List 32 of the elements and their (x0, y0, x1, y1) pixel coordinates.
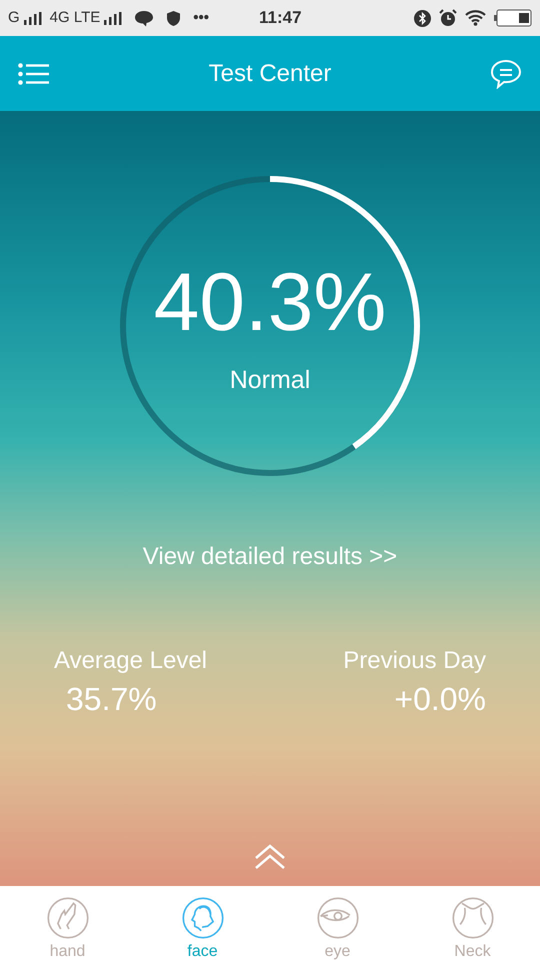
stat-label: Previous Day (343, 646, 486, 676)
chevron-up-icon[interactable] (254, 844, 286, 870)
face-icon (180, 896, 224, 940)
menu-icon (18, 62, 50, 84)
battery-icon (494, 9, 532, 27)
hand-icon (46, 896, 90, 940)
nav-tab[interactable]: Neck (432, 896, 512, 960)
nav-tab[interactable]: eye (298, 896, 378, 960)
eye-icon (316, 896, 360, 940)
alarm-icon (439, 9, 457, 27)
neck-icon (450, 896, 494, 940)
chat-button[interactable] (490, 58, 522, 90)
stat-value: 35.7% (66, 680, 157, 719)
more-label: ••• (193, 8, 210, 28)
signal-icon (104, 12, 122, 24)
stat-value: +0.0% (394, 680, 486, 719)
carrier-label: G (8, 8, 20, 28)
clock-time: 11:47 (259, 7, 302, 30)
wifi-icon (465, 10, 486, 26)
percentage-value: 40.3% (154, 262, 386, 344)
nav-tab[interactable]: hand (28, 896, 108, 960)
status-label: Normal (230, 365, 310, 396)
page-title: Test Center (208, 58, 332, 88)
bluetooth-icon (414, 10, 431, 26)
network-label: 4G LTE (50, 8, 100, 28)
shield-icon (166, 10, 182, 26)
chat-bubble-icon (134, 10, 154, 26)
signal-icon (24, 12, 42, 24)
nav-tab[interactable]: face (162, 896, 242, 960)
chat-icon (490, 58, 522, 88)
stat-label: Average Level (54, 646, 207, 676)
details-link[interactable]: View detailed results >> (142, 539, 398, 575)
